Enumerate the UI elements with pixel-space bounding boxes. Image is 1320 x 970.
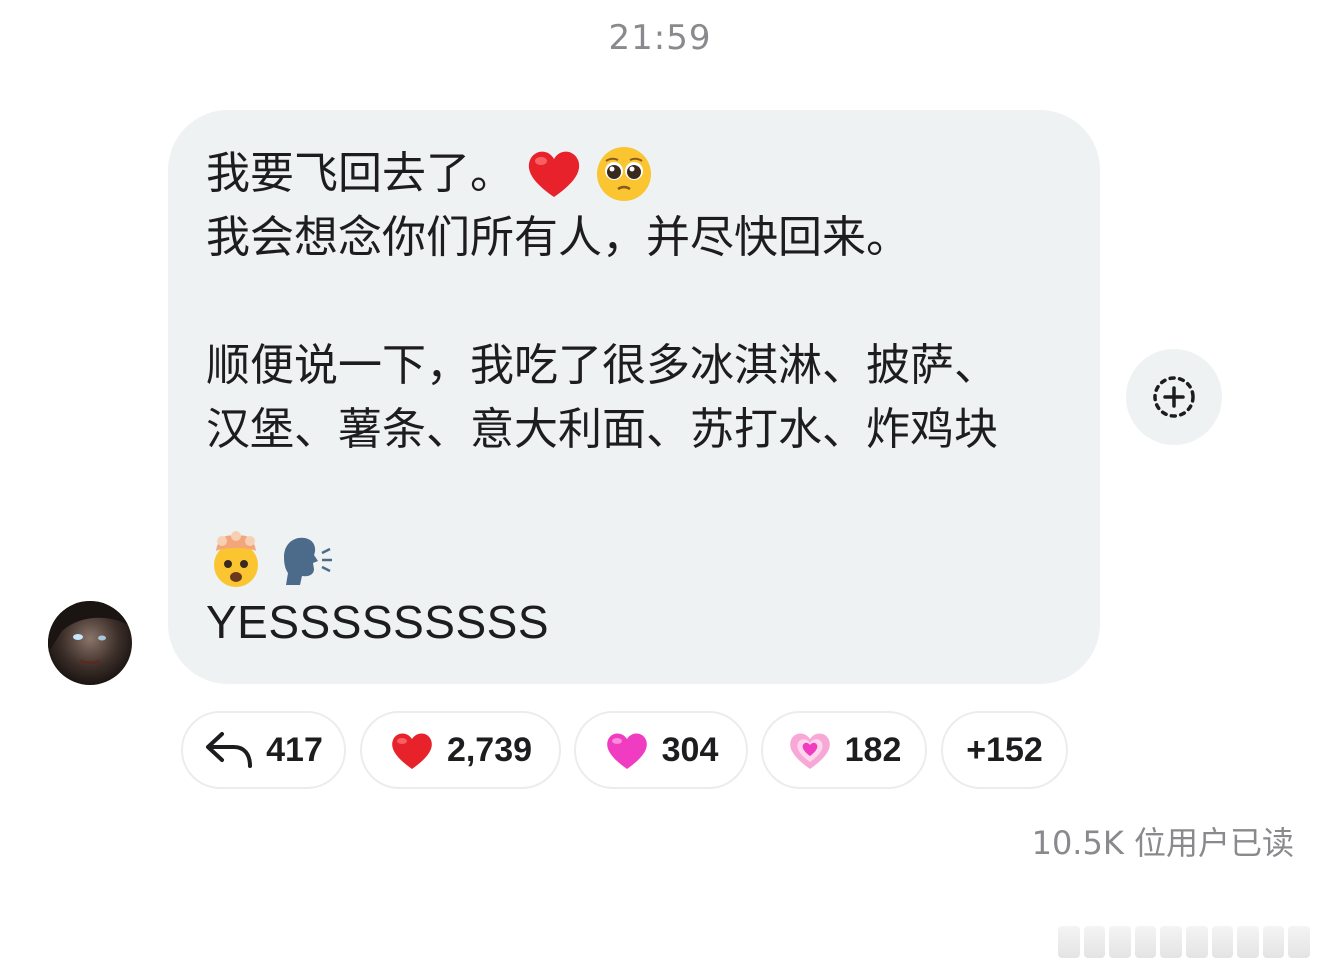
red-heart-count: 2,739: [446, 730, 533, 769]
message-emoji-line: [206, 526, 1062, 592]
pleading-face-emoji: [594, 144, 654, 204]
message-timestamp: 21:59: [608, 18, 712, 58]
pink-heart-icon: [606, 733, 647, 769]
add-reaction-icon: [1153, 376, 1195, 418]
speaking-head-emoji: [276, 529, 336, 589]
message-text-line-5: YESSSSSSSSS: [206, 596, 549, 648]
exploding-head-emoji: [206, 529, 266, 589]
more-reactions-pill[interactable]: +152: [941, 711, 1068, 789]
message-line-1: 我要飞回去了。: [206, 142, 1062, 206]
read-receipt: 10.5K 位用户已读: [1031, 824, 1294, 862]
message-text-line-3: 顺便说一下，我吃了很多冰淇淋、披萨、: [206, 340, 998, 391]
message-text-line-2: 我会想念你们所有人，并尽快回来。: [206, 212, 910, 263]
sparkling-heart-count: 182: [844, 730, 902, 769]
reply-count: 417: [266, 730, 323, 769]
more-reactions-count: +152: [966, 730, 1043, 769]
add-reaction-button[interactable]: [1126, 349, 1222, 445]
red-heart-reaction-pill[interactable]: 2,739: [360, 711, 561, 789]
red-heart-icon: [392, 733, 432, 769]
watermark-strip: [1058, 926, 1310, 958]
message-bubble[interactable]: 我要飞回去了。 我会想念你们所有人，并尽快回来。 顺便说一下，我吃了很多冰淇淋、…: [168, 110, 1100, 684]
red-heart-emoji: [524, 144, 584, 204]
pink-heart-reaction-pill[interactable]: 304: [574, 711, 748, 789]
message-text-line-4: 汉堡、薯条、意大利面、苏打水、炸鸡块: [206, 404, 998, 455]
pink-heart-count: 304: [661, 730, 719, 769]
sparkling-heart-reaction-pill[interactable]: 182: [761, 711, 927, 789]
avatar[interactable]: [48, 601, 132, 685]
reply-arrow-icon: [206, 732, 253, 768]
message-text-line-1: 我要飞回去了。: [206, 148, 514, 199]
reply-reaction-pill[interactable]: 417: [181, 711, 346, 789]
sparkling-heart-icon: [789, 733, 830, 769]
